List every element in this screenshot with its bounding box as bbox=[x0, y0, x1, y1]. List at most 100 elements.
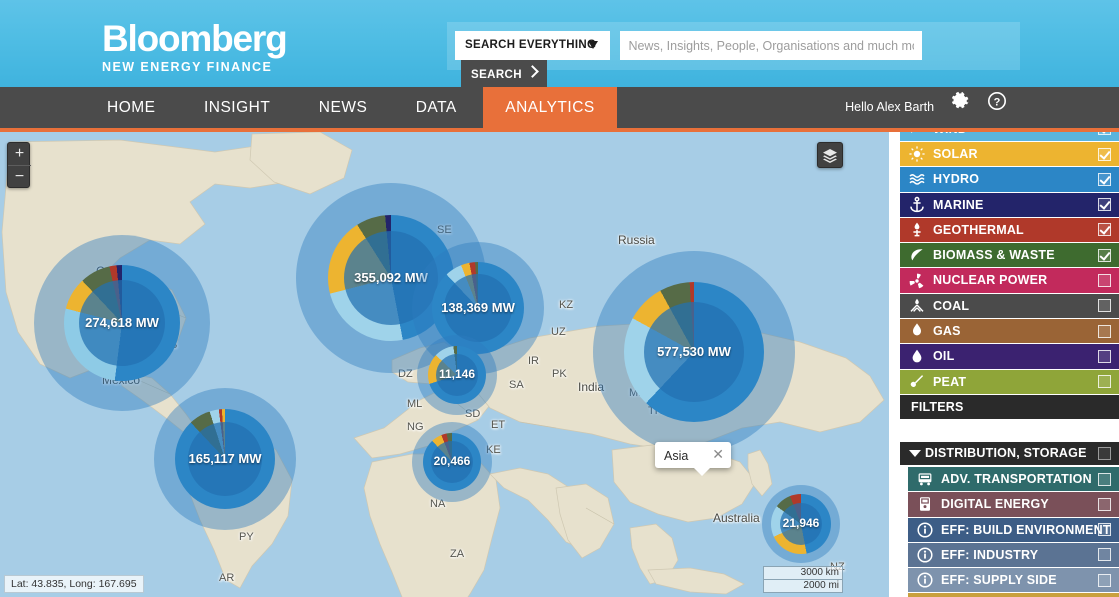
legend-checkbox[interactable] bbox=[1098, 299, 1111, 313]
nav-item-analytics[interactable]: ANALYTICS bbox=[483, 87, 617, 128]
section-header-label: DISTRIBUTION, STORAGE bbox=[925, 446, 1087, 460]
pie-inner-disc bbox=[780, 503, 822, 545]
map-scale-bar: 3000 km 2000 mi bbox=[763, 566, 843, 593]
pie-inner-disc bbox=[188, 422, 262, 496]
sun-icon bbox=[909, 146, 925, 162]
legend-icon bbox=[916, 492, 934, 516]
nav-item-news[interactable]: NEWS bbox=[297, 87, 390, 128]
legend-checkbox[interactable] bbox=[1098, 324, 1111, 338]
legend-checkbox[interactable] bbox=[1098, 349, 1111, 363]
close-x-icon[interactable]: ✕ bbox=[712, 446, 724, 462]
nav-item-home[interactable]: HOME bbox=[85, 87, 178, 128]
svg-text:?: ? bbox=[994, 97, 1001, 109]
brand-header: Bloomberg NEW ENERGY FINANCE SEARCH EVER… bbox=[0, 0, 1119, 89]
search-scope-dropdown[interactable]: SEARCH EVERYTHING bbox=[455, 31, 610, 60]
search-input[interactable] bbox=[620, 31, 923, 60]
legend-checkbox[interactable] bbox=[1098, 198, 1111, 212]
legend-checkbox[interactable] bbox=[1098, 472, 1111, 486]
legend-label: ADV. TRANSPORTATION bbox=[941, 472, 1092, 486]
user-greeting: Hello Alex Barth bbox=[845, 100, 935, 114]
legend-row-eff-supply-side[interactable]: EFF: SUPPLY SIDE bbox=[908, 568, 1119, 593]
question-circle-icon[interactable]: ? bbox=[987, 87, 1007, 128]
legend-checkbox[interactable] bbox=[1098, 223, 1111, 237]
info-circle-icon bbox=[917, 522, 933, 538]
legend-icon bbox=[908, 167, 926, 191]
legend-row-solar[interactable]: SOLAR bbox=[900, 142, 1119, 167]
gear-icon[interactable] bbox=[951, 87, 971, 128]
region-pie-chart[interactable]: 11,146 bbox=[417, 335, 497, 415]
legend-row-hydro[interactable]: HYDRO bbox=[900, 167, 1119, 192]
zoom-in-button[interactable]: + bbox=[8, 143, 31, 165]
legend-icon bbox=[916, 543, 934, 567]
pie-inner-disc bbox=[644, 302, 744, 402]
distribution-item-list: ADV. TRANSPORTATION DIGITAL ENERGY EFF: BU… bbox=[908, 467, 1119, 597]
region-pie-chart[interactable]: 274,618 MW bbox=[34, 235, 210, 411]
legend-row-gas[interactable]: GAS bbox=[900, 319, 1119, 344]
zoom-out-button[interactable]: − bbox=[8, 166, 31, 188]
nav-item-insight[interactable]: INSIGHT bbox=[182, 87, 292, 128]
legend-checkbox[interactable] bbox=[1098, 248, 1111, 262]
world-map[interactable]: CanadaMexicoRussiaIndiaIndonesiaAustrali… bbox=[0, 132, 889, 597]
info-circle-icon bbox=[917, 572, 933, 588]
legend-label: NUCLEAR POWER bbox=[933, 273, 1048, 288]
legend-label: HYDRO bbox=[933, 172, 980, 187]
map-zoom-controls: + − bbox=[7, 142, 31, 188]
leaf-icon bbox=[911, 249, 923, 261]
legend-checkbox[interactable] bbox=[1098, 147, 1111, 161]
distribution-storage-header[interactable]: DISTRIBUTION, STORAGE bbox=[900, 442, 1119, 465]
legend-icon bbox=[908, 268, 926, 292]
legend-row-adv-transportation[interactable]: ADV. TRANSPORTATION bbox=[908, 467, 1119, 492]
map-tooltip-title: Asia bbox=[664, 449, 689, 463]
legend-label: GEOTHERMAL bbox=[933, 222, 1024, 237]
legend-checkbox[interactable] bbox=[1098, 172, 1111, 186]
logo-wordmark: Bloomberg bbox=[102, 18, 288, 59]
legend-checkbox[interactable] bbox=[1098, 375, 1111, 389]
legend-row-oil[interactable]: OIL bbox=[900, 344, 1119, 369]
legend-checkbox[interactable] bbox=[1098, 497, 1111, 511]
legend-icon bbox=[908, 294, 926, 318]
legend-icon bbox=[916, 568, 934, 592]
legend-row-digital-energy[interactable]: DIGITAL ENERGY bbox=[908, 492, 1119, 517]
legend-checkbox[interactable] bbox=[1098, 273, 1111, 287]
legend-row-wind[interactable]: WIND bbox=[900, 132, 1119, 141]
bloomberg-logo[interactable]: Bloomberg NEW ENERGY FINANCE bbox=[102, 18, 288, 75]
radiation-icon bbox=[909, 273, 924, 288]
legend-row-energy-storage[interactable]: ENERGY STORAGE bbox=[908, 593, 1119, 597]
legend-label: SOLAR bbox=[933, 147, 978, 161]
legend-row-biomass-waste[interactable]: BIOMASS & WASTE bbox=[900, 243, 1119, 268]
triangle-down-icon bbox=[909, 450, 921, 457]
legend-row-marine[interactable]: MARINE bbox=[900, 192, 1119, 217]
section-header-checkbox[interactable] bbox=[1098, 447, 1111, 460]
pie-inner-disc bbox=[444, 274, 512, 342]
legend-row-coal[interactable]: COAL bbox=[900, 293, 1119, 319]
region-pie-chart[interactable]: 165,117 MW bbox=[154, 388, 296, 530]
legend-row-nuclear-power[interactable]: NUCLEAR POWER bbox=[900, 268, 1119, 293]
nav-user-area: Hello Alex Barth ? bbox=[845, 87, 1007, 128]
legend-row-peat[interactable]: PEAT bbox=[900, 369, 1119, 394]
legend-icon bbox=[908, 344, 926, 368]
region-pie-chart[interactable]: 21,946 bbox=[762, 485, 840, 563]
search-button[interactable]: SEARCH bbox=[461, 60, 547, 89]
legend-checkbox[interactable] bbox=[1098, 132, 1111, 135]
legend-row-eff-build-environment[interactable]: EFF: BUILD ENVIRONMENT bbox=[908, 517, 1119, 542]
legend-checkbox[interactable] bbox=[1098, 548, 1111, 562]
legend-label: GAS bbox=[933, 324, 961, 339]
map-layers-button[interactable] bbox=[817, 142, 843, 168]
nav-item-data[interactable]: DATA bbox=[394, 87, 479, 128]
meter-icon bbox=[920, 497, 930, 512]
legend-label: DIGITAL ENERGY bbox=[941, 497, 1049, 512]
section-header-wrap: DISTRIBUTION, STORAGE bbox=[900, 442, 1119, 465]
legend-row-geothermal[interactable]: GEOTHERMAL bbox=[900, 217, 1119, 243]
region-pie-chart[interactable]: 577,530 MW bbox=[593, 251, 795, 453]
region-pie-chart[interactable]: 20,466 bbox=[412, 422, 492, 502]
tooltip-tail bbox=[693, 467, 711, 476]
legend-checkbox[interactable] bbox=[1098, 523, 1111, 537]
peat-spade-icon bbox=[910, 374, 924, 387]
filters-row[interactable]: FILTERS bbox=[900, 394, 1119, 420]
map-tooltip[interactable]: Asia ✕ bbox=[655, 442, 731, 476]
legend-row-eff-industry[interactable]: EFF: INDUSTRY bbox=[908, 542, 1119, 568]
legend-icon bbox=[908, 193, 926, 217]
legend-checkbox[interactable] bbox=[1098, 573, 1111, 587]
coal-fire-icon bbox=[910, 298, 924, 312]
filters-label: FILTERS bbox=[911, 399, 964, 414]
